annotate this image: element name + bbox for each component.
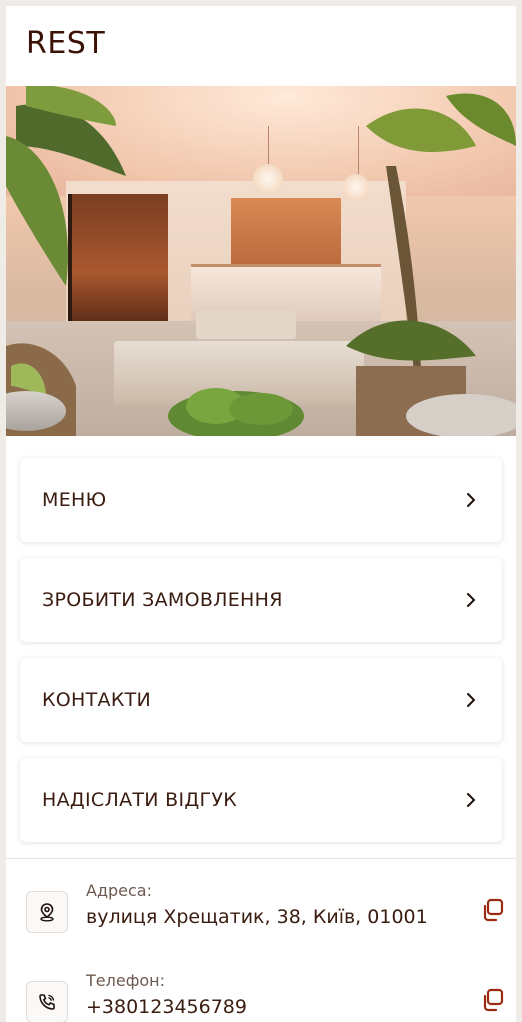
header: REST <box>6 6 516 86</box>
location-pin-icon <box>26 891 68 933</box>
copy-phone-icon[interactable] <box>480 987 506 1013</box>
chevron-right-icon <box>467 693 475 707</box>
menu-item-menu[interactable]: МЕНЮ <box>20 458 502 542</box>
phone-icon <box>26 981 68 1022</box>
address-row: Адреса: вулиця Хрещатик, 38, Київ, 01001 <box>26 881 516 971</box>
plant-decoration-center <box>168 388 304 436</box>
menu-item-contacts[interactable]: КОНТАКТИ <box>20 658 502 742</box>
chevron-right-icon <box>467 593 475 607</box>
address-label: Адреса: <box>86 881 152 900</box>
address-value: вулиця Хрещатик, 38, Київ, 01001 <box>86 906 428 928</box>
menu-item-feedback[interactable]: НАДІСЛАТИ ВІДГУК <box>20 758 502 842</box>
phone-value[interactable]: +380123456789 <box>86 996 247 1018</box>
plant-decoration-right <box>346 93 516 436</box>
main-menu: МЕНЮ ЗРОБИТИ ЗАМОВЛЕННЯ КОНТАКТИ НАДІСЛА… <box>6 436 516 842</box>
menu-item-label: МЕНЮ <box>42 489 107 511</box>
chevron-right-icon <box>467 493 475 507</box>
copy-address-icon[interactable] <box>480 897 506 923</box>
menu-item-label: КОНТАКТИ <box>42 689 152 711</box>
menu-item-label: ЗРОБИТИ ЗАМОВЛЕННЯ <box>42 589 283 611</box>
contact-info: Адреса: вулиця Хрещатик, 38, Київ, 01001… <box>6 859 516 1022</box>
chevron-right-icon <box>467 793 475 807</box>
hero-image <box>6 86 516 436</box>
phone-row: Телефон: +380123456789 <box>26 971 516 1022</box>
logo[interactable]: REST <box>26 26 516 61</box>
menu-item-order[interactable]: ЗРОБИТИ ЗАМОВЛЕННЯ <box>20 558 502 642</box>
app-screen: REST МЕНЮ ЗРОБИТИ ЗАМОВЛЕННЯ КОНТАКТИ НА… <box>6 6 516 1022</box>
plant-decoration <box>6 86 126 436</box>
phone-label: Телефон: <box>86 971 166 990</box>
menu-item-label: НАДІСЛАТИ ВІДГУК <box>42 789 238 811</box>
